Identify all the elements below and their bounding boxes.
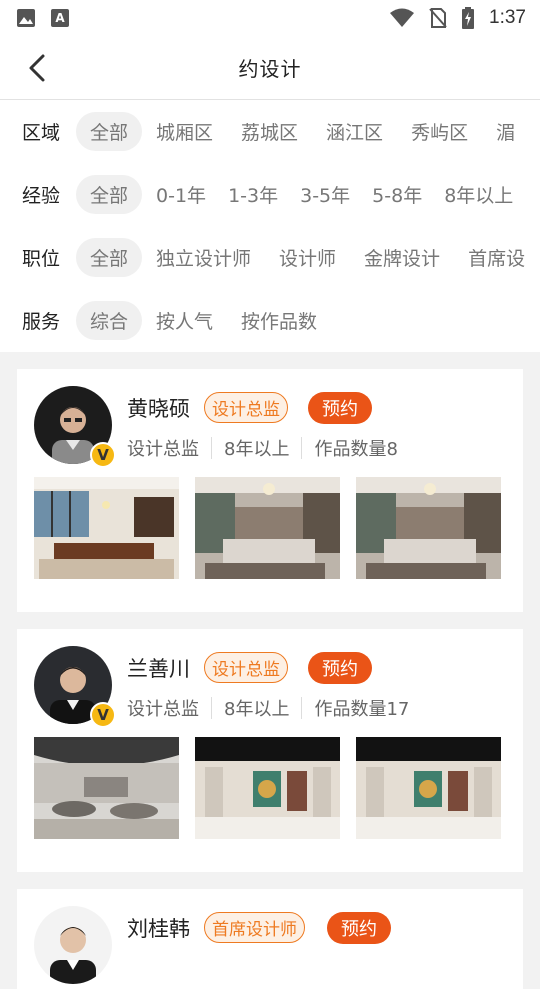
designer-name: 黄晓硕	[127, 397, 190, 421]
filter-chip[interactable]: 0-1年	[156, 181, 206, 208]
filter-chip[interactable]: 首席设	[468, 244, 525, 271]
image-icon	[17, 9, 35, 27]
filter-chip[interactable]: 1-3年	[228, 181, 278, 208]
title-bar: 约设计	[0, 36, 540, 100]
filter-chip[interactable]: 设计师	[279, 244, 336, 271]
filter-panel: 区域 全部 城厢区 荔城区 涵江区 秀屿区 湄 经验 全部 0-1年 1-3年 …	[0, 100, 540, 352]
rank-tag: 设计总监	[204, 652, 288, 683]
book-button[interactable]: 预约	[327, 912, 391, 944]
filter-chip[interactable]: 3-5年	[300, 181, 350, 208]
meta-position: 设计总监	[127, 439, 199, 460]
filter-chip[interactable]: 独立设计师	[156, 244, 251, 271]
filter-chip[interactable]: 8年以上	[444, 181, 513, 208]
meta-works-count: 作品数量8	[314, 439, 398, 460]
divider	[301, 437, 303, 459]
meta-works-count: 作品数量17	[314, 699, 410, 720]
meta-position: 设计总监	[127, 699, 199, 720]
wifi-icon	[390, 8, 415, 27]
clock: 1:37	[489, 7, 526, 28]
divider	[211, 697, 212, 719]
book-button[interactable]: 预约	[308, 652, 372, 684]
verified-badge: V	[90, 442, 116, 468]
no-sim-icon	[429, 8, 447, 28]
battery-charging-icon	[462, 7, 475, 29]
svg-text:A: A	[55, 11, 65, 25]
work-thumbnail[interactable]	[34, 737, 179, 839]
filter-label: 区域	[22, 122, 61, 144]
font-icon: A	[51, 9, 69, 27]
designer-meta: 设计总监 8年以上 作品数量8	[127, 435, 398, 461]
filter-chip[interactable]: 荔城区	[241, 118, 298, 145]
avatar	[34, 906, 112, 984]
filter-chip[interactable]: 按人气	[156, 307, 213, 334]
filter-label: 职位	[22, 248, 61, 270]
designer-name: 兰善川	[127, 657, 190, 681]
filter-row-service: 服务 综合 按人气 按作品数	[0, 289, 540, 352]
work-thumbnail[interactable]	[356, 737, 501, 839]
filter-label: 经验	[22, 185, 61, 207]
filter-chip-selected[interactable]: 全部	[76, 112, 143, 151]
designer-card[interactable]: 刘桂韩 首席设计师 预约	[17, 889, 523, 989]
status-bar: A 1:37	[0, 0, 540, 36]
rank-tag: 设计总监	[204, 392, 288, 423]
filter-chip[interactable]: 5-8年	[372, 181, 422, 208]
rank-tag: 首席设计师	[204, 912, 305, 943]
divider	[301, 697, 303, 719]
filter-chip[interactable]: 涵江区	[326, 118, 383, 145]
meta-experience: 8年以上	[224, 439, 290, 460]
work-thumbnail[interactable]	[195, 477, 340, 579]
filter-chip-selected[interactable]: 全部	[76, 238, 143, 277]
verified-badge: V	[90, 702, 116, 728]
book-button[interactable]: 预约	[308, 392, 372, 424]
designer-meta: 设计总监 8年以上 作品数量17	[127, 695, 409, 721]
page-title: 约设计	[238, 57, 302, 81]
divider	[211, 437, 212, 459]
filter-chip[interactable]: 按作品数	[241, 307, 317, 334]
filter-chip[interactable]: 湄	[496, 118, 515, 145]
filter-row-position: 职位 全部 独立设计师 设计师 金牌设计 首席设	[0, 226, 540, 289]
filter-row-experience: 经验 全部 0-1年 1-3年 3-5年 5-8年 8年以上	[0, 163, 540, 226]
chevron-left-icon[interactable]	[22, 52, 54, 84]
meta-experience: 8年以上	[224, 699, 290, 720]
designer-name: 刘桂韩	[127, 917, 190, 941]
designer-card[interactable]: V 兰善川 设计总监 预约 设计总监 8年以上 作品数量17	[17, 629, 523, 872]
filter-chip-selected[interactable]: 全部	[76, 175, 143, 214]
work-thumbnail[interactable]	[356, 477, 501, 579]
work-thumbnail[interactable]	[34, 477, 179, 579]
filter-chip[interactable]: 金牌设计	[364, 244, 440, 271]
designer-card[interactable]: V 黄晓硕 设计总监 预约 设计总监 8年以上 作品数量8	[17, 369, 523, 612]
filter-chip[interactable]: 城厢区	[156, 118, 213, 145]
work-thumbnail[interactable]	[195, 737, 340, 839]
filter-chip[interactable]: 秀屿区	[411, 118, 468, 145]
filter-chip-selected[interactable]: 综合	[76, 301, 143, 340]
filter-label: 服务	[22, 311, 61, 333]
filter-row-region: 区域 全部 城厢区 荔城区 涵江区 秀屿区 湄	[0, 100, 540, 163]
